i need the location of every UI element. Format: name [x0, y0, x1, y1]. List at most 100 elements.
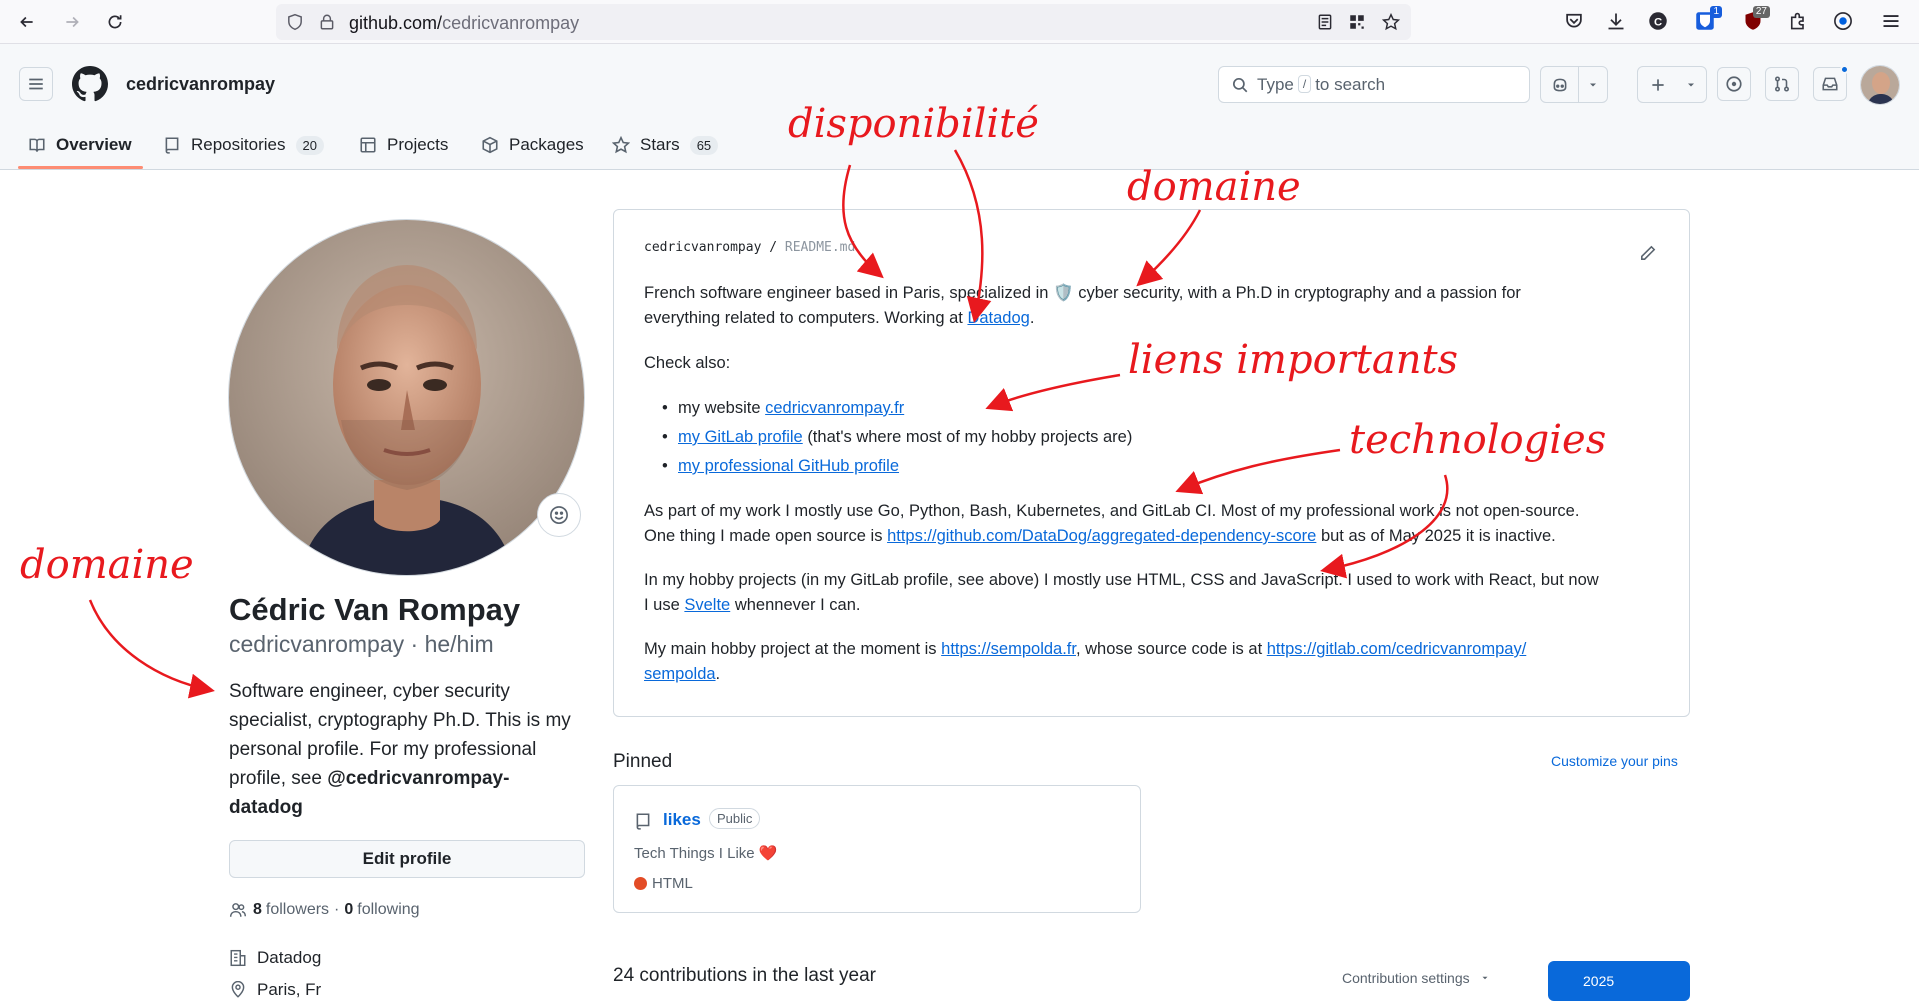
hobby-text-c: whennever I can.	[734, 596, 861, 614]
gitlab-profile-link[interactable]: my GitLab profile	[678, 428, 803, 446]
header-username[interactable]: cedricvanrompay	[126, 74, 275, 95]
github-logo-icon[interactable]	[72, 66, 108, 102]
create-new-group[interactable]	[1637, 66, 1707, 103]
professional-github-link[interactable]: my professional GitHub profile	[678, 457, 899, 475]
url-path: cedricvanrompay	[442, 13, 580, 33]
readme-path: cedricvanrompay / README.md	[644, 240, 856, 255]
pinned-repo-description: Tech Things I Like ❤️	[634, 845, 778, 862]
qr-code-icon[interactable]	[1348, 13, 1366, 31]
tab-overview[interactable]: Overview	[28, 130, 132, 160]
issues-button[interactable]	[1717, 67, 1751, 101]
downloads-button[interactable]	[1605, 10, 1627, 32]
repo-icon	[636, 813, 650, 830]
profile-photo	[229, 220, 584, 575]
tab-stars[interactable]: Stars 65	[612, 130, 719, 160]
url-text[interactable]: github.com/cedricvanrompay	[349, 13, 579, 34]
pencil-icon[interactable]	[1639, 244, 1657, 262]
annotation-domaine-top: domaine	[1127, 164, 1301, 210]
copilot-dropdown[interactable]	[1579, 67, 1607, 102]
contribution-settings-dropdown[interactable]: Contribution settings	[1342, 970, 1490, 986]
reader-view-icon[interactable]	[1316, 13, 1334, 31]
slash-key-hint: /	[1297, 75, 1312, 93]
readme-hobby-paragraph: In my hobby projects (in my GitLab profi…	[644, 568, 1664, 618]
shield-icon[interactable]	[286, 13, 304, 31]
extension-c-button[interactable]: C	[1647, 10, 1669, 32]
book-icon	[29, 138, 45, 152]
repositories-count: 20	[295, 135, 324, 155]
forward-button[interactable]	[58, 8, 86, 36]
lock-icon[interactable]	[318, 13, 336, 31]
readme-list-item-pro-github: my professional GitHub profile	[662, 454, 899, 479]
work-text-a: As part of my work I mostly use Go, Pyth…	[644, 502, 1580, 520]
readme-list-item-website: my website cedricvanrompay.fr	[662, 396, 904, 421]
followers-label: followers	[265, 901, 330, 918]
reload-button[interactable]	[101, 8, 129, 36]
tab-repositories[interactable]: Repositories 20	[163, 130, 324, 160]
language-name: HTML	[652, 875, 693, 892]
forward-arrow-icon	[66, 16, 79, 28]
year-2025-button[interactable]: 2025	[1548, 961, 1690, 1001]
readme-filename[interactable]: README.md	[785, 240, 855, 255]
avatar	[1861, 66, 1899, 104]
readme-owner[interactable]: cedricvanrompay	[644, 240, 761, 255]
set-status-button[interactable]	[537, 493, 581, 537]
bitwarden-badge: 1	[1710, 6, 1722, 18]
account-circle-icon	[1834, 12, 1852, 30]
arrow-domaine-left	[88, 599, 215, 699]
follow-stats: 8 followers · 0 following	[229, 901, 420, 919]
customize-pins-link[interactable]: Customize your pins	[1551, 753, 1678, 769]
bookmark-star-icon[interactable]	[1382, 13, 1400, 31]
hobby-text-b: I use	[644, 596, 680, 614]
pull-requests-button[interactable]	[1765, 67, 1799, 101]
annotation-disponibilite: disponibilité	[788, 101, 1039, 147]
url-bar[interactable]: github.com/cedricvanrompay	[276, 4, 1411, 40]
puzzle-icon	[1790, 12, 1804, 30]
search-prefix: Type	[1257, 75, 1294, 94]
create-new-dropdown[interactable]	[1678, 67, 1704, 102]
inbox-button[interactable]	[1813, 65, 1849, 101]
open-menu-button[interactable]	[19, 67, 53, 101]
followers-count: 8	[253, 901, 262, 918]
profile-avatar[interactable]	[228, 219, 585, 576]
aggregated-dependency-score-link[interactable]: https://github.com/DataDog/aggregated-de…	[887, 527, 1316, 545]
table-icon	[360, 137, 376, 153]
search-suffix: to search	[1315, 75, 1386, 94]
reload-icon	[108, 15, 122, 29]
pinned-repo-link[interactable]: likes	[663, 810, 701, 830]
annotation-liens-importants: liens importants	[1128, 337, 1459, 383]
sempolda-link[interactable]: https://sempolda.fr	[941, 640, 1076, 658]
account-button[interactable]	[1832, 10, 1854, 32]
pocket-button[interactable]	[1563, 10, 1585, 32]
followers-link[interactable]: 8 followers	[253, 901, 329, 919]
issue-opened-icon	[1726, 76, 1742, 92]
back-arrow-icon	[20, 16, 33, 28]
people-icon	[229, 903, 247, 917]
repo-icon	[165, 137, 179, 154]
readme-intro-c: everything related to computers. Working…	[644, 309, 963, 327]
stars-count: 65	[689, 135, 719, 155]
language-color-dot	[634, 877, 647, 890]
back-button[interactable]	[13, 8, 41, 36]
following-link[interactable]: 0 following	[344, 901, 419, 919]
bitwarden-button[interactable]: 1	[1694, 6, 1722, 32]
search-input[interactable]: Type / to search	[1218, 66, 1530, 103]
user-avatar-button[interactable]	[1860, 65, 1900, 105]
svelte-link[interactable]: Svelte	[684, 596, 730, 614]
search-icon	[1232, 77, 1248, 93]
create-new-button[interactable]	[1638, 67, 1678, 102]
extensions-button[interactable]	[1787, 10, 1809, 32]
profile-location: Paris, Fr	[229, 980, 321, 1000]
contributions-heading: 24 contributions in the last year	[613, 965, 876, 986]
menu-button[interactable]	[1880, 10, 1902, 32]
tab-projects[interactable]: Projects	[359, 130, 448, 160]
location-text: Paris, Fr	[257, 980, 322, 999]
follow-separator: ·	[334, 901, 340, 918]
edit-profile-button[interactable]: Edit profile	[229, 840, 585, 878]
copilot-button[interactable]	[1541, 67, 1579, 102]
tab-packages[interactable]: Packages	[481, 130, 584, 160]
ublock-button[interactable]: 27	[1742, 6, 1770, 32]
datadog-link[interactable]: Datadog	[967, 309, 1029, 327]
plus-icon	[1652, 78, 1664, 91]
following-count: 0	[344, 901, 354, 918]
website-link[interactable]: cedricvanrompay.fr	[765, 399, 904, 417]
